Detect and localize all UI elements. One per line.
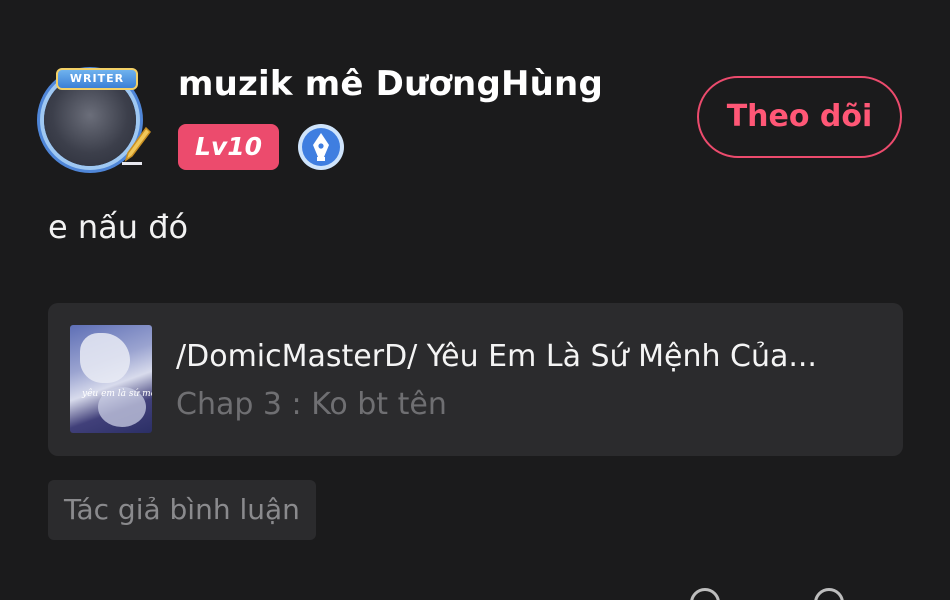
quill-pen-icon [122,126,151,165]
story-title: /DomicMasterD/ Yêu Em Là Sứ Mệnh Của... [176,339,817,374]
comment-footer [0,578,950,600]
reply-icon[interactable] [814,588,844,600]
like-icon[interactable] [690,588,720,600]
writer-frame-label: WRITER [56,68,138,90]
pen-nib-icon [298,124,344,170]
author-comment-tag: Tác giả bình luận [48,480,316,540]
level-badge: Lv10 [178,124,279,170]
follow-button[interactable]: Theo dõi [697,76,902,158]
story-card[interactable]: yêu em là sứ mệnh /DomicMasterD/ Yêu Em … [48,303,903,456]
author-name[interactable]: muzik mê DươngHùng [178,64,603,104]
author-avatar[interactable]: WRITER [36,68,154,172]
story-cover-image: yêu em là sứ mệnh [70,325,152,433]
story-chapter: Chap 3 : Ko bt tên [176,387,447,422]
cover-caption: yêu em là sứ mệnh [82,389,152,399]
comment-text: e nấu đó [48,208,189,246]
